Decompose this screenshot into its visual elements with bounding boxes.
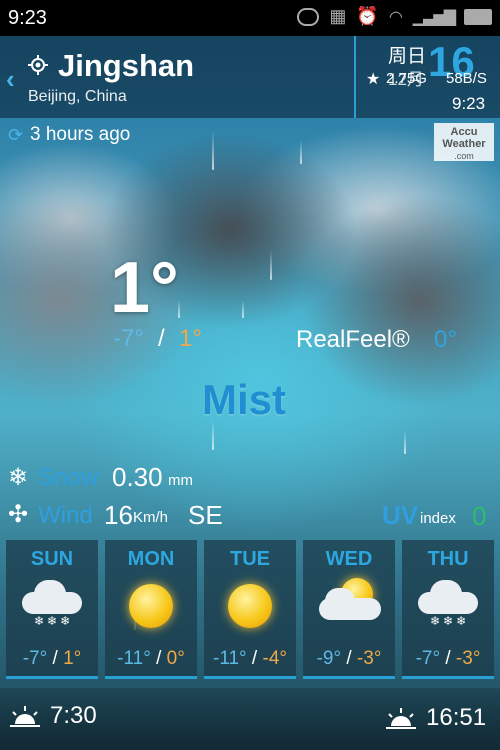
signal-icon: ▁▃▅▇	[412, 8, 456, 26]
status-time: 9:23	[8, 7, 47, 29]
current-temperature: 1°	[110, 248, 179, 328]
snow-label: Snow	[38, 464, 99, 491]
windmill-icon: ✣	[8, 501, 29, 528]
forecast-day: TUE	[230, 548, 270, 570]
condition-text: Mist	[202, 376, 286, 423]
forecast-card-sun[interactable]: SUN ❄❄❄ -7° / 1°	[6, 540, 98, 679]
forecast-day: SUN	[30, 548, 74, 570]
locate-icon[interactable]	[28, 55, 48, 75]
location-header: ‹ Jingshan Beijing, China 周日 12月 16 ★ 2.…	[0, 36, 500, 118]
grid-icon: ▦	[329, 6, 347, 26]
weekday-label: 周日	[388, 46, 427, 67]
logo-line1: Accu	[450, 126, 478, 138]
forecast-high: -4°	[262, 648, 288, 669]
today-high: 1°	[179, 325, 202, 352]
network-type: 2.75G	[386, 70, 427, 87]
forecast-low: -9°	[316, 648, 342, 669]
forecast-strip: SUN ❄❄❄ -7° / 1° MON -11° / 0° TUE -11° …	[6, 540, 496, 679]
forecast-card-tue[interactable]: TUE -11° / -4°	[204, 540, 296, 679]
header-divider	[354, 36, 356, 118]
realfeel-value: 0°	[434, 326, 457, 353]
forecast-card-mon[interactable]: MON -11° / 0°	[105, 540, 197, 679]
forecast-card-wed[interactable]: WED -9° / -3°	[303, 540, 395, 679]
status-icons: ▦ ⏰ ◠ ▁▃▅▇	[297, 6, 492, 27]
last-updated: 3 hours ago	[30, 124, 131, 145]
status-bar: 9:23 ▦ ⏰ ◠ ▁▃▅▇	[0, 0, 500, 36]
sunrise-icon	[10, 706, 40, 727]
forecast-low: -11°	[213, 648, 247, 669]
uv-value: 0	[472, 501, 487, 531]
snowflake-icon: ❄	[8, 464, 29, 491]
snow-cloud-icon: ❄❄❄	[418, 578, 478, 634]
today-low: -7°	[113, 325, 144, 352]
city-name[interactable]: Jingshan	[58, 48, 194, 84]
back-chevron-icon[interactable]: ‹	[6, 64, 15, 95]
forecast-temps: -9° / -3°	[316, 648, 382, 669]
sun-times-bar: 7:30 16:51	[0, 688, 500, 750]
star-icon: ★	[366, 71, 381, 88]
sunset-time: 16:51	[426, 704, 487, 731]
forecast-low: -11°	[117, 648, 151, 669]
wind-label: Wind	[38, 502, 93, 529]
wind-direction: SE	[188, 500, 223, 530]
header-clock: 9:23	[452, 94, 486, 113]
forecast-day: WED	[325, 548, 373, 570]
uv-sub-label: index	[420, 510, 456, 527]
sun-icon	[121, 578, 181, 634]
snow-cloud-icon: ❄❄❄	[22, 578, 82, 634]
forecast-day: MON	[127, 548, 175, 570]
forecast-high: 0°	[166, 648, 185, 669]
uv-label: UV	[382, 500, 419, 530]
chat-icon	[297, 7, 320, 26]
network-speed: 58B/S	[446, 70, 487, 87]
sun-icon	[220, 578, 280, 634]
forecast-high: -3°	[455, 648, 481, 669]
forecast-low: -7°	[22, 648, 48, 669]
snow-unit: mm	[168, 472, 193, 489]
snow-value: 0.30	[112, 462, 163, 492]
forecast-high: -3°	[356, 648, 382, 669]
forecast-low: -7°	[415, 648, 441, 669]
logo-line2: Weather	[442, 138, 486, 150]
refresh-icon[interactable]: ⟳	[8, 125, 23, 146]
sunset-icon	[386, 708, 416, 729]
forecast-high: 1°	[63, 648, 82, 669]
forecast-day: THU	[427, 548, 469, 570]
alarm-icon: ⏰	[356, 6, 379, 26]
realfeel-label: RealFeel®	[296, 326, 410, 353]
partly-cloudy-icon	[319, 578, 381, 634]
wifi-icon: ◠	[388, 8, 403, 26]
forecast-temps: -11° / -4°	[213, 648, 288, 669]
forecast-card-thu[interactable]: THU ❄❄❄ -7° / -3°	[402, 540, 494, 679]
forecast-temps: -7° / 1°	[22, 648, 82, 669]
forecast-temps: -7° / -3°	[415, 648, 481, 669]
sunrise-time: 7:30	[50, 702, 97, 729]
accuweather-logo[interactable]: Accu Weather .com	[434, 123, 494, 161]
temp-separator: /	[158, 325, 165, 352]
wind-unit: Km/h	[133, 509, 169, 526]
region-name: Beijing, China	[28, 88, 127, 105]
logo-line3: .com	[454, 151, 474, 161]
battery-icon	[464, 8, 492, 25]
forecast-temps: -11° / 0°	[117, 648, 185, 669]
wind-value: 16	[104, 500, 133, 530]
